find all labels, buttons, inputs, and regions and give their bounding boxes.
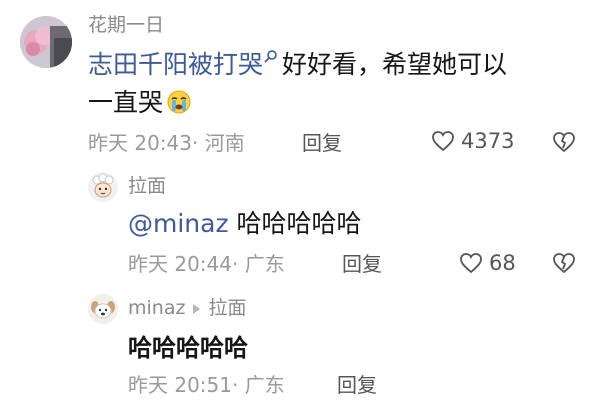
comment-time: 昨天 20:43 xyxy=(88,131,192,155)
search-link[interactable]: 志田千阳被打哭 xyxy=(88,50,263,79)
broken-heart-icon[interactable] xyxy=(552,252,576,274)
like-count: 68 xyxy=(489,250,516,275)
comment-time: 昨天 20:44 xyxy=(128,252,232,276)
comment-username[interactable]: 拉面 xyxy=(128,177,166,196)
comment-text-line2: 一直哭 xyxy=(88,90,192,117)
like-count: 4373 xyxy=(461,128,515,153)
comment-text: 哈哈哈哈哈 xyxy=(128,334,248,362)
search-icon[interactable] xyxy=(264,48,278,68)
comment-meta: 昨天 20:43· 河南 xyxy=(88,133,245,153)
comment-location: · 广东 xyxy=(232,373,285,397)
reply-arrow-icon xyxy=(193,303,201,314)
avatar-flower-icon[interactable] xyxy=(20,16,72,68)
reply-button[interactable]: 回复 xyxy=(342,254,382,274)
like-button[interactable]: 4373 xyxy=(431,130,514,152)
like-button[interactable]: 68 xyxy=(459,252,516,274)
comment-text-cont: 一直哭 xyxy=(88,88,164,117)
comment-location: · 广东 xyxy=(232,252,285,276)
heart-outline-icon xyxy=(431,130,455,152)
reply-to-username[interactable]: 拉面 xyxy=(208,297,246,319)
reply-button[interactable]: 回复 xyxy=(337,375,377,395)
comment-meta: 昨天 20:44· 广东 xyxy=(128,254,285,274)
reply-button[interactable]: 回复 xyxy=(302,133,342,153)
avatar-dog-icon[interactable] xyxy=(88,294,118,324)
heart-outline-icon xyxy=(459,252,483,274)
comment-username[interactable]: 花期一日 xyxy=(88,16,164,35)
comment-username-line: minaz 拉面 xyxy=(128,299,246,318)
avatar-lamb-icon[interactable] xyxy=(88,172,118,202)
comment-text: 好好看，希望她可以 xyxy=(282,50,508,79)
comment-text-line1: @minaz 哈哈哈哈哈 xyxy=(128,211,362,236)
comment-text: 哈哈哈哈哈 xyxy=(236,209,362,238)
comment-username[interactable]: minaz xyxy=(128,297,185,319)
comment-text-line1: 志田千阳被打哭 好好看，希望她可以 xyxy=(88,50,508,79)
comment-time: 昨天 20:51 xyxy=(128,373,232,397)
broken-heart-icon[interactable] xyxy=(552,131,576,153)
comment-meta: 昨天 20:51· 广东 xyxy=(128,375,285,395)
comment-location: · 河南 xyxy=(192,131,245,155)
crying-emoji-icon xyxy=(166,89,192,115)
mention-link[interactable]: @minaz xyxy=(128,209,229,238)
